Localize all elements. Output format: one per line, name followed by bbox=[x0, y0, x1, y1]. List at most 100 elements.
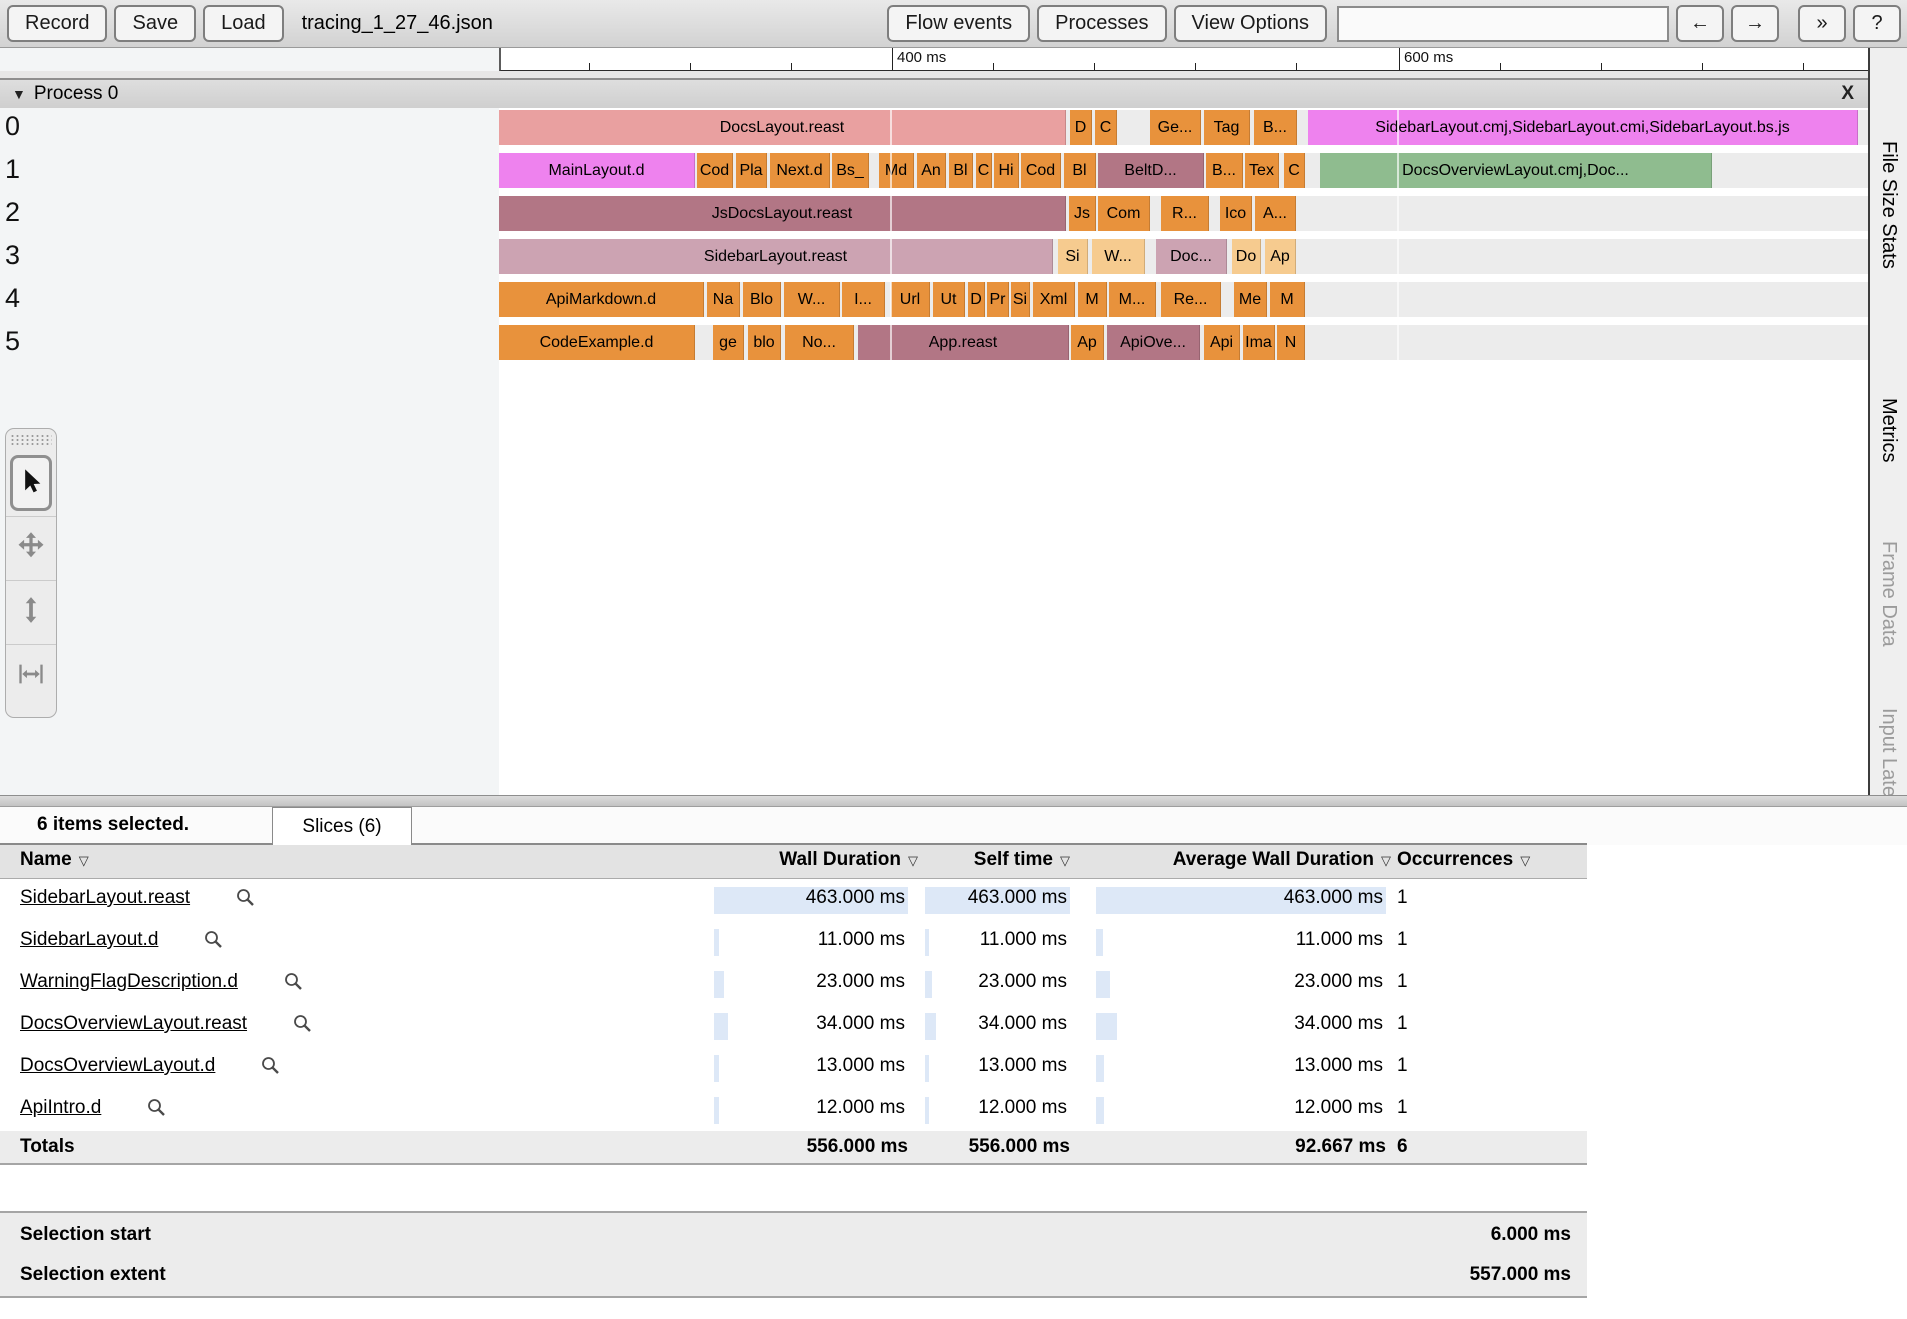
side-tab-file-size-stats[interactable]: File Size Stats bbox=[1877, 141, 1900, 269]
trace-slice[interactable]: W... bbox=[784, 282, 840, 317]
trace-slice[interactable]: Pr bbox=[987, 282, 1009, 317]
trace-slice[interactable]: Ap bbox=[1265, 239, 1296, 274]
trace-slice[interactable]: SidebarLayout.reast bbox=[499, 239, 1053, 274]
selection-tool-button[interactable] bbox=[6, 450, 56, 516]
trace-slice[interactable]: Blo bbox=[743, 282, 781, 317]
pan-tool-button[interactable] bbox=[6, 516, 56, 580]
trace-slice[interactable]: Me bbox=[1234, 282, 1267, 317]
trace-slice[interactable]: D bbox=[1070, 110, 1092, 145]
track-row[interactable]: JsDocsLayout.reast Js Com R... Ico A... bbox=[499, 196, 1868, 231]
trace-slice[interactable]: Ima bbox=[1243, 325, 1275, 360]
magnifier-icon[interactable] bbox=[146, 1097, 168, 1119]
processes-button[interactable]: Processes bbox=[1037, 5, 1167, 42]
save-button[interactable]: Save bbox=[114, 5, 197, 42]
track-row[interactable]: DocsLayout.reast D C Ge... Tag B... SidebarLay… bbox=[499, 110, 1868, 145]
trace-slice[interactable]: C bbox=[1095, 110, 1117, 145]
trace-slice[interactable]: Si bbox=[1058, 239, 1088, 274]
track-row[interactable]: ApiMarkdown.d Na Blo W... I... Url Ut D Pr Si Xml M… bbox=[499, 282, 1868, 317]
trace-slice[interactable]: An bbox=[917, 153, 946, 188]
trace-slice[interactable]: Ut bbox=[933, 282, 965, 317]
search-input[interactable] bbox=[1337, 5, 1669, 42]
trace-slice[interactable]: ApiOve... bbox=[1107, 325, 1200, 360]
trace-slice[interactable]: Ico bbox=[1220, 196, 1252, 231]
side-tab-frame-data[interactable]: Frame Data bbox=[1877, 541, 1900, 647]
side-tab-metrics[interactable]: Metrics bbox=[1877, 398, 1900, 462]
trace-slice[interactable]: Ge... bbox=[1150, 110, 1201, 145]
trace-slice[interactable]: M bbox=[1270, 282, 1305, 317]
magnifier-icon[interactable] bbox=[283, 971, 305, 993]
record-button[interactable]: Record bbox=[7, 5, 108, 42]
trace-slice[interactable]: blo bbox=[748, 325, 781, 360]
trace-slice[interactable]: Pla bbox=[736, 153, 767, 188]
trace-slice[interactable]: A... bbox=[1255, 196, 1296, 231]
magnifier-icon[interactable] bbox=[235, 887, 257, 909]
trace-slice[interactable]: C bbox=[976, 153, 992, 188]
slice-name-link[interactable]: SidebarLayout.reast bbox=[20, 887, 190, 909]
trace-slice[interactable]: Api bbox=[1204, 325, 1240, 360]
magnifier-icon[interactable] bbox=[292, 1013, 314, 1035]
column-header-wall-duration[interactable]: Wall Duration ▽ bbox=[714, 849, 918, 871]
trace-slice[interactable]: MainLayout.d bbox=[499, 153, 695, 188]
trace-slice[interactable]: R... bbox=[1161, 196, 1209, 231]
process-header[interactable]: ▼ Process 0 X bbox=[0, 78, 1868, 108]
track-row[interactable]: CodeExample.d ge blo No... App.reast Ap ApiOve… bbox=[499, 325, 1868, 360]
trace-slice[interactable]: CodeExample.d bbox=[499, 325, 695, 360]
trace-slice[interactable]: SidebarLayout.cmj,SidebarLayout.cmi,Side… bbox=[1308, 110, 1858, 145]
help-button[interactable]: ? bbox=[1853, 5, 1901, 42]
trace-slice[interactable]: C bbox=[1284, 153, 1305, 188]
panel-splitter-handle[interactable] bbox=[0, 795, 1907, 807]
slice-name-link[interactable]: SidebarLayout.d bbox=[20, 929, 158, 951]
palette-grip-handle[interactable] bbox=[10, 434, 52, 447]
trace-slice[interactable]: Tex bbox=[1245, 153, 1279, 188]
close-process-button[interactable]: X bbox=[1841, 83, 1854, 105]
slice-name-link[interactable]: DocsOverviewLayout.reast bbox=[20, 1013, 247, 1035]
trace-slice[interactable]: Com bbox=[1098, 196, 1150, 231]
trace-slice[interactable]: Url bbox=[891, 282, 930, 317]
column-header-name[interactable]: Name ▽ bbox=[20, 849, 89, 871]
trace-slice[interactable]: ApiMarkdown.d bbox=[499, 282, 704, 317]
trace-slice[interactable]: Si bbox=[1011, 282, 1030, 317]
trace-slice[interactable]: Next.d bbox=[770, 153, 830, 188]
trace-slice[interactable]: BeltD... bbox=[1098, 153, 1204, 188]
trace-slice[interactable]: Hi bbox=[994, 153, 1019, 188]
trace-slice[interactable]: Na bbox=[707, 282, 740, 317]
trace-slice[interactable]: Do bbox=[1232, 239, 1261, 274]
flame-chart[interactable]: DocsLayout.reast D C Ge... Tag B... SidebarLay… bbox=[499, 108, 1868, 795]
magnifier-icon[interactable] bbox=[203, 929, 225, 951]
trace-slice[interactable]: Doc... bbox=[1156, 239, 1227, 274]
trace-slice[interactable]: DocsOverviewLayout.cmj,Doc... bbox=[1320, 153, 1712, 188]
trace-slice[interactable]: No... bbox=[785, 325, 854, 360]
trace-slice[interactable]: B... bbox=[1254, 110, 1297, 145]
tab-slices[interactable]: Slices (6) bbox=[272, 807, 412, 845]
trace-slice[interactable]: Re... bbox=[1161, 282, 1221, 317]
magnifier-icon[interactable] bbox=[260, 1055, 282, 1077]
zoom-tool-button[interactable] bbox=[6, 580, 56, 644]
trace-slice[interactable]: Bl bbox=[1064, 153, 1096, 188]
column-header-self-time[interactable]: Self time ▽ bbox=[925, 849, 1070, 871]
trace-slice[interactable]: N bbox=[1277, 325, 1305, 360]
trace-slice[interactable]: B... bbox=[1206, 153, 1243, 188]
load-button[interactable]: Load bbox=[203, 5, 284, 42]
trace-slice[interactable]: M... bbox=[1109, 282, 1156, 317]
trace-slice[interactable]: Bl bbox=[949, 153, 973, 188]
slice-name-link[interactable]: DocsOverviewLayout.d bbox=[20, 1055, 215, 1077]
trace-slice[interactable]: D bbox=[968, 282, 985, 317]
slice-name-link[interactable]: ApiIntro.d bbox=[20, 1097, 101, 1119]
column-header-occurrences[interactable]: Occurrences ▽ bbox=[1397, 849, 1530, 871]
slice-name-link[interactable]: WarningFlagDescription.d bbox=[20, 971, 238, 993]
more-options-button[interactable]: » bbox=[1798, 5, 1846, 42]
trace-slice[interactable]: Js bbox=[1069, 196, 1096, 231]
column-header-average-wall-duration[interactable]: Average Wall Duration ▽ bbox=[1090, 849, 1391, 871]
trace-slice[interactable]: ge bbox=[713, 325, 744, 360]
find-previous-button[interactable]: ← bbox=[1676, 5, 1724, 42]
view-options-button[interactable]: View Options bbox=[1173, 5, 1327, 42]
find-next-button[interactable]: → bbox=[1731, 5, 1779, 42]
trace-slice[interactable]: Md bbox=[879, 153, 914, 188]
trace-slice[interactable]: I... bbox=[842, 282, 885, 317]
trace-slice[interactable]: Ap bbox=[1071, 325, 1104, 360]
trace-slice[interactable]: M bbox=[1078, 282, 1107, 317]
timing-tool-button[interactable] bbox=[6, 644, 56, 708]
trace-slice[interactable]: Cod bbox=[1021, 153, 1061, 188]
track-row[interactable]: MainLayout.d Cod Pla Next.d Bs_ Md An Bl C Hi Cod B… bbox=[499, 153, 1868, 188]
trace-slice[interactable]: Cod bbox=[697, 153, 733, 188]
